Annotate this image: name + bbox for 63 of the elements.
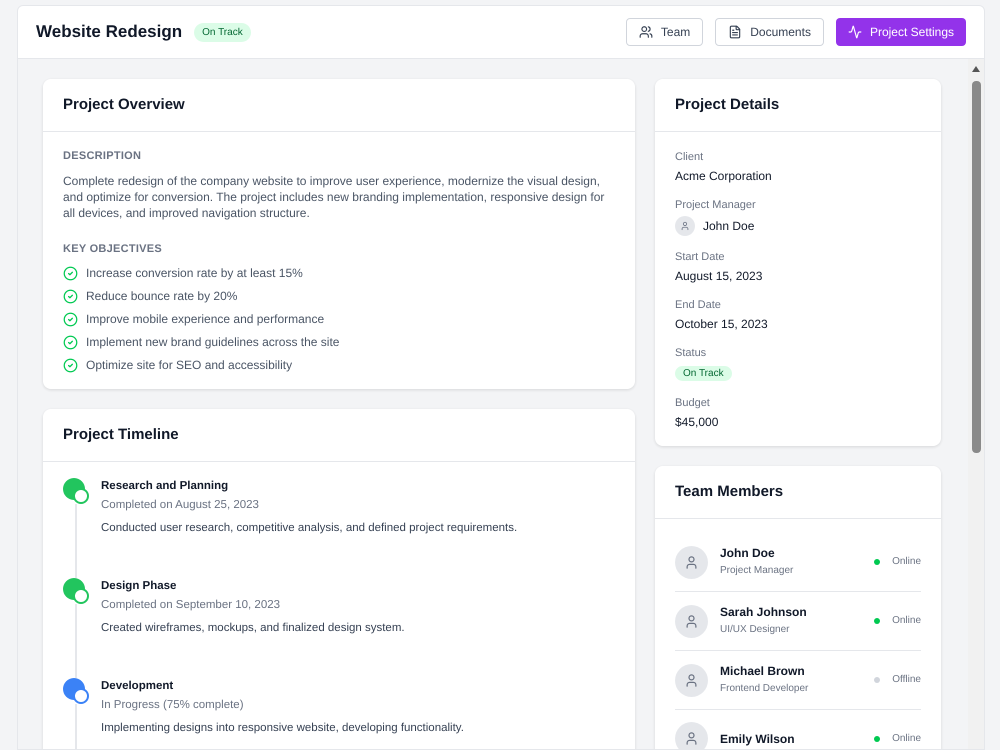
milestone-description: Implementing designs into responsive website, developing functionality. — [101, 721, 464, 736]
member-name: Emily Wilson — [720, 730, 796, 746]
check-icon — [63, 312, 78, 326]
field-label: Start Date — [675, 250, 726, 265]
milestone-status: Completed on August 25, 2023 — [101, 498, 260, 513]
users-icon — [638, 25, 653, 39]
field-label: Budget — [675, 396, 711, 411]
milestone-description: Conducted user research, competitive analysis, and defined project requirements. — [101, 521, 518, 536]
page-title: Website Redesign — [36, 21, 182, 44]
field-value: Acme Corporation — [675, 168, 773, 184]
objective-text: Optimize site for SEO and accessibility — [86, 357, 292, 373]
card-title: Project Timeline — [63, 424, 179, 445]
field-label: End Date — [675, 298, 722, 313]
member-name: Michael Brown — [720, 663, 806, 679]
check-icon — [63, 334, 78, 350]
field-value: October 15, 2023 — [675, 316, 769, 332]
member-status: Online — [892, 614, 921, 628]
card-title: Team Members — [675, 482, 784, 502]
field-value: John Doe — [703, 218, 754, 234]
member-role: UI/UX Designer — [720, 623, 790, 637]
field-value: $45,000 — [675, 414, 720, 430]
status-badge: On Track — [194, 22, 251, 42]
member-status: Offline — [892, 673, 921, 687]
milestone-status: Completed on September 10, 2023 — [101, 598, 282, 613]
status-badge: On Track — [675, 366, 732, 381]
card-title: Project Overview — [63, 94, 185, 115]
member-name: John Doe — [720, 545, 776, 561]
description-text: Complete redesign of the company website to improve user experience, modernize the visual design, and optimize for conversion. The project includes new branding implementation, responsive design for all devices, and improved navigation structure. — [63, 172, 606, 220]
scrollbar[interactable] — [968, 59, 984, 749]
member-status: Online — [892, 732, 921, 746]
section-label: KEY OBJECTIVES — [63, 242, 164, 256]
member-role: Frontend Developer — [720, 682, 810, 696]
scroll-up-icon[interactable] — [971, 65, 981, 73]
milestone-description: Created wireframes, mockups, and finalized design system. — [101, 621, 405, 636]
avatar-icon — [675, 604, 708, 638]
field-value: August 15, 2023 — [675, 268, 764, 284]
activity-icon — [848, 25, 862, 39]
field-label: Project Manager — [675, 198, 757, 213]
documents-button[interactable]: Documents — [715, 18, 824, 46]
milestone-status: In Progress (75% complete) — [101, 698, 245, 713]
avatar-icon — [675, 664, 708, 696]
team-button[interactable]: Team — [626, 18, 704, 46]
document-icon — [728, 25, 742, 39]
milestone-title: Design Phase — [101, 579, 178, 594]
objective-text: Improve mobile experience and performance — [86, 311, 324, 327]
field-label: Client — [675, 150, 704, 165]
check-icon — [63, 288, 78, 304]
card-title: Project Details — [675, 94, 780, 115]
milestone-title: Research and Planning — [101, 479, 230, 494]
member-status: Online — [892, 555, 921, 569]
field-label: Status — [675, 346, 708, 361]
objective-text: Implement new brand guidelines across the site — [86, 334, 340, 350]
objective-text: Increase conversion rate by at least 15% — [86, 265, 303, 281]
check-icon — [63, 266, 78, 280]
settings-button[interactable]: Project Settings — [836, 18, 966, 46]
section-label: DESCRIPTION — [63, 149, 142, 164]
check-icon — [63, 358, 78, 372]
milestone-title: Development — [101, 679, 174, 694]
member-name: Sarah Johnson — [720, 604, 808, 620]
objective-text: Reduce bounce rate by 20% — [86, 288, 238, 304]
member-role: Project Manager — [720, 564, 794, 578]
avatar-icon — [675, 216, 695, 236]
avatar-icon — [675, 546, 708, 578]
